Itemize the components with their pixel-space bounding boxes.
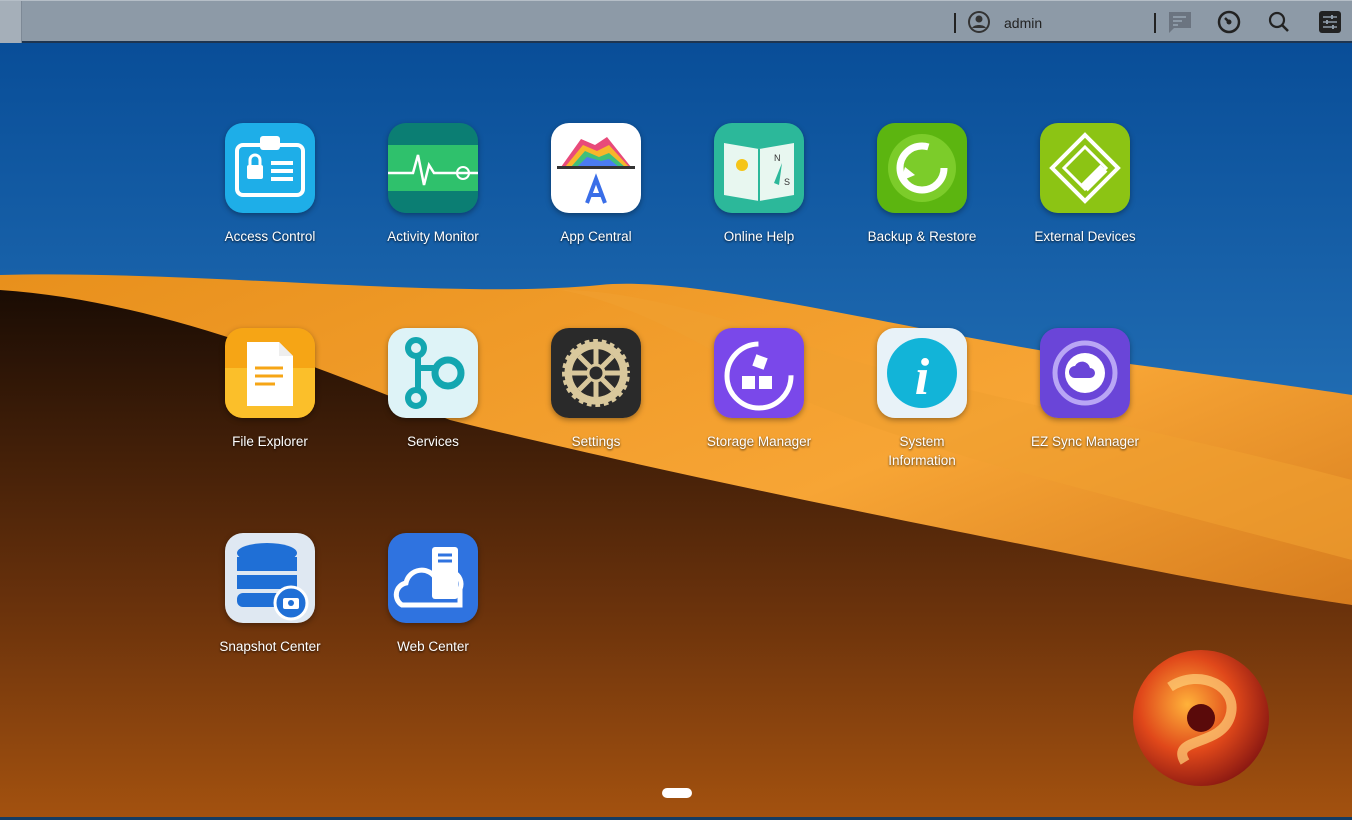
app-label[interactable]: Web Center (358, 637, 508, 656)
app-system-information[interactable]: i System Information (847, 328, 997, 470)
divider (954, 13, 956, 33)
system-information-icon[interactable]: i (877, 328, 967, 418)
svg-text:i: i (915, 349, 930, 406)
ez-sync-icon[interactable] (1040, 328, 1130, 418)
svg-text:S: S (784, 177, 790, 187)
app-label[interactable]: App Central (521, 227, 671, 246)
app-web-center[interactable]: Web Center (358, 533, 508, 656)
online-help-icon[interactable]: NS (714, 123, 804, 213)
app-services[interactable]: Services (358, 328, 508, 451)
search-icon[interactable] (1267, 10, 1291, 34)
snapshot-center-icon[interactable] (225, 533, 315, 623)
app-access-control[interactable]: Access Control (195, 123, 345, 246)
app-settings-gear[interactable]: Settings (521, 328, 671, 451)
app-label[interactable]: Snapshot Center (195, 637, 345, 656)
page-indicator[interactable] (662, 788, 692, 798)
access-control-icon[interactable] (225, 123, 315, 213)
app-label[interactable]: Activity Monitor (358, 227, 508, 246)
app-backup-restore[interactable]: Backup & Restore (847, 123, 997, 246)
app-label[interactable]: External Devices (1010, 227, 1160, 246)
app-label[interactable]: System Information (847, 432, 997, 470)
app-storage-manager[interactable]: Storage Manager (684, 328, 834, 451)
app-label[interactable]: Access Control (195, 227, 345, 246)
brand-logo (1130, 647, 1272, 789)
user-icon[interactable] (967, 10, 991, 34)
app-label[interactable]: Services (358, 432, 508, 451)
settings-gear-icon[interactable] (551, 328, 641, 418)
show-desktop-tab[interactable] (0, 1, 22, 43)
app-label[interactable]: Storage Manager (684, 432, 834, 451)
app-label[interactable]: EZ Sync Manager (1010, 432, 1160, 451)
external-devices-icon[interactable] (1040, 123, 1130, 213)
storage-manager-icon[interactable] (714, 328, 804, 418)
app-file-explorer[interactable]: File Explorer (195, 328, 345, 451)
settings-sliders-icon[interactable] (1318, 10, 1342, 34)
app-ez-sync[interactable]: EZ Sync Manager (1010, 328, 1160, 451)
activity-monitor-icon[interactable] (388, 123, 478, 213)
app-label[interactable]: Backup & Restore (847, 227, 997, 246)
app-label[interactable]: Online Help (684, 227, 834, 246)
app-online-help[interactable]: N S Online Help (684, 123, 834, 246)
app-app-central[interactable]: App Central (521, 123, 671, 246)
app-label[interactable]: File Explorer (195, 432, 345, 451)
app-label[interactable]: Settings (521, 432, 671, 451)
web-center-icon[interactable] (388, 533, 478, 623)
app-central-icon[interactable] (551, 123, 641, 213)
app-external-devices[interactable]: External Devices (1010, 123, 1160, 246)
svg-text:N: N (774, 153, 781, 163)
file-explorer-icon[interactable] (225, 328, 315, 418)
services-icon[interactable] (388, 328, 478, 418)
app-activity-monitor[interactable]: Activity Monitor (358, 123, 508, 246)
app-snapshot-center[interactable]: Snapshot Center (195, 533, 345, 656)
backup-restore-icon[interactable] (877, 123, 967, 213)
notification-icon[interactable] (1168, 10, 1192, 34)
username-label[interactable]: admin (1004, 15, 1042, 31)
divider (1154, 13, 1156, 33)
top-bar: admin (0, 0, 1352, 43)
dashboard-gauge-icon[interactable] (1217, 10, 1241, 34)
